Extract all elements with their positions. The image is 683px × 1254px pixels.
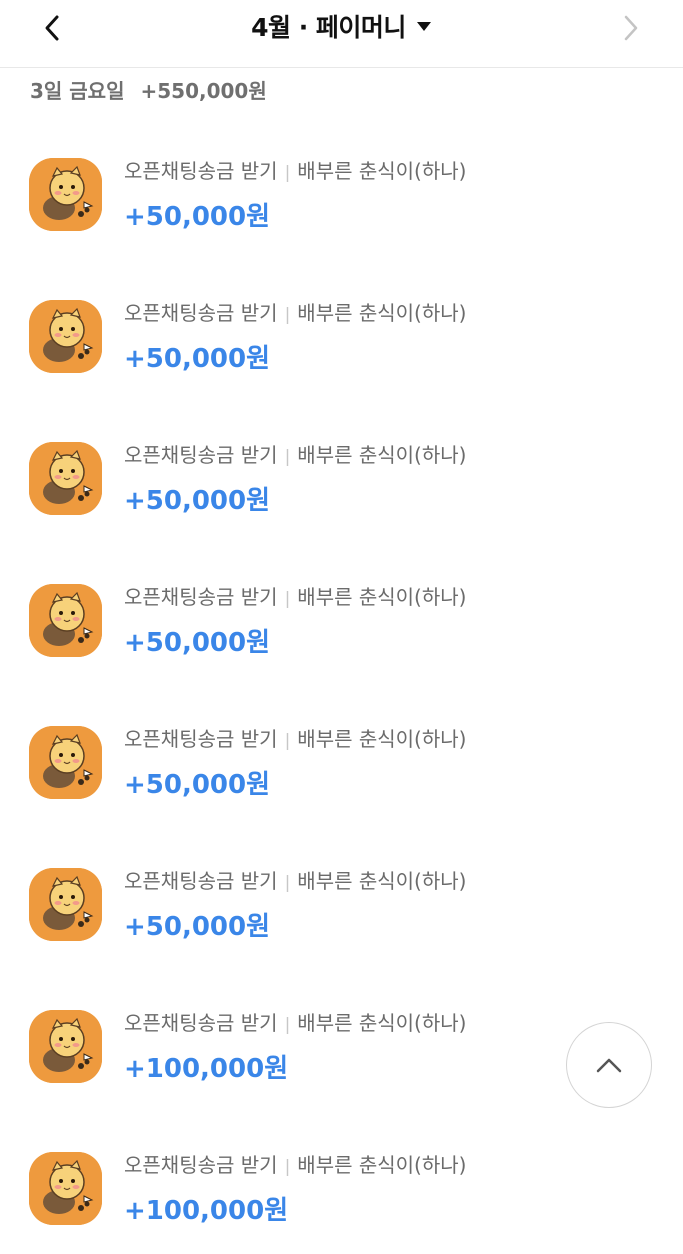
sender-avatar xyxy=(29,442,102,515)
sender-avatar xyxy=(29,726,102,799)
transaction-amount: +50,000원 xyxy=(124,770,271,800)
transaction-sender: 배부른 춘식이(하나) xyxy=(297,159,467,183)
transaction-type: 오픈채팅송금 받기 xyxy=(124,727,278,751)
character-avatar-icon xyxy=(29,868,102,941)
transaction-amount: +50,000원 xyxy=(124,628,271,658)
section-total: +550,000원 xyxy=(140,78,267,103)
divider: | xyxy=(284,1157,291,1177)
sender-avatar xyxy=(29,1010,102,1083)
date-section-header: 3일 금요일 +550,000원 xyxy=(30,74,267,104)
transaction-amount: +100,000원 xyxy=(124,1054,289,1084)
top-nav-bar: 4월 · 페이머니 xyxy=(0,0,683,68)
caret-down-icon xyxy=(416,22,431,31)
transaction-sender: 배부른 춘식이(하나) xyxy=(297,1011,467,1035)
transaction-type: 오픈채팅송금 받기 xyxy=(124,1011,278,1035)
divider: | xyxy=(284,163,291,183)
transaction-description: 오픈채팅송금 받기 | 배부른 춘식이(하나) xyxy=(124,1007,466,1036)
transaction-amount: +50,000원 xyxy=(124,344,271,374)
character-avatar-icon xyxy=(29,158,102,231)
transaction-sender: 배부른 춘식이(하나) xyxy=(297,443,467,467)
transaction-row[interactable]: 오픈채팅송금 받기 | 배부른 춘식이(하나) +50,000원 xyxy=(0,260,683,402)
transaction-description: 오픈채팅송금 받기 | 배부른 춘식이(하나) xyxy=(124,439,466,468)
sender-avatar xyxy=(29,868,102,941)
transaction-amount: +50,000원 xyxy=(124,202,271,232)
transaction-type: 오픈채팅송금 받기 xyxy=(124,159,278,183)
divider: | xyxy=(284,305,291,325)
transaction-row[interactable]: 오픈채팅송금 받기 | 배부른 춘식이(하나) +50,000원 xyxy=(0,828,683,970)
divider: | xyxy=(284,589,291,609)
transaction-row[interactable]: 오픈채팅송금 받기 | 배부른 춘식이(하나) +50,000원 xyxy=(0,544,683,686)
next-month-button[interactable] xyxy=(609,6,653,50)
divider: | xyxy=(284,447,291,467)
transaction-description: 오픈채팅송금 받기 | 배부른 춘식이(하나) xyxy=(124,297,466,326)
chevron-right-icon xyxy=(624,15,638,41)
month-selector[interactable]: 4월 · 페이머니 xyxy=(0,6,683,46)
divider: | xyxy=(284,1015,291,1035)
character-avatar-icon xyxy=(29,1152,102,1225)
transaction-description: 오픈채팅송금 받기 | 배부른 춘식이(하나) xyxy=(124,865,466,894)
character-avatar-icon xyxy=(29,726,102,799)
transaction-row[interactable]: 오픈채팅송금 받기 | 배부른 춘식이(하나) +50,000원 xyxy=(0,686,683,828)
transaction-type: 오픈채팅송금 받기 xyxy=(124,1153,278,1177)
transaction-amount: +50,000원 xyxy=(124,486,271,516)
transaction-amount: +100,000원 xyxy=(124,1196,289,1226)
sender-avatar xyxy=(29,158,102,231)
transaction-sender: 배부른 춘식이(하나) xyxy=(297,301,467,325)
character-avatar-icon xyxy=(29,584,102,657)
transaction-amount: +50,000원 xyxy=(124,912,271,942)
transaction-type: 오픈채팅송금 받기 xyxy=(124,869,278,893)
transaction-row[interactable]: 오픈채팅송금 받기 | 배부른 춘식이(하나) +50,000원 xyxy=(0,118,683,260)
character-avatar-icon xyxy=(29,300,102,373)
transaction-type: 오픈채팅송금 받기 xyxy=(124,443,278,467)
divider: | xyxy=(284,731,291,751)
transaction-sender: 배부른 춘식이(하나) xyxy=(297,869,467,893)
transaction-row[interactable]: 오픈채팅송금 받기 | 배부른 춘식이(하나) +100,000원 xyxy=(0,1112,683,1254)
transaction-sender: 배부른 춘식이(하나) xyxy=(297,727,467,751)
section-date: 3일 금요일 xyxy=(30,78,125,103)
page-title: 4월 · 페이머니 xyxy=(251,13,406,42)
transaction-description: 오픈채팅송금 받기 | 배부른 춘식이(하나) xyxy=(124,723,466,752)
character-avatar-icon xyxy=(29,442,102,515)
sender-avatar xyxy=(29,1152,102,1225)
transaction-row[interactable]: 오픈채팅송금 받기 | 배부른 춘식이(하나) +50,000원 xyxy=(0,402,683,544)
transaction-description: 오픈채팅송금 받기 | 배부른 춘식이(하나) xyxy=(124,155,466,184)
transaction-type: 오픈채팅송금 받기 xyxy=(124,585,278,609)
transaction-description: 오픈채팅송금 받기 | 배부른 춘식이(하나) xyxy=(124,1149,466,1178)
scroll-to-top-button[interactable] xyxy=(566,1022,652,1108)
sender-avatar xyxy=(29,300,102,373)
character-avatar-icon xyxy=(29,1010,102,1083)
divider: | xyxy=(284,873,291,893)
chevron-up-icon xyxy=(596,1058,622,1073)
transaction-description: 오픈채팅송금 받기 | 배부른 춘식이(하나) xyxy=(124,581,466,610)
transaction-sender: 배부른 춘식이(하나) xyxy=(297,1153,467,1177)
transaction-type: 오픈채팅송금 받기 xyxy=(124,301,278,325)
sender-avatar xyxy=(29,584,102,657)
transaction-sender: 배부른 춘식이(하나) xyxy=(297,585,467,609)
